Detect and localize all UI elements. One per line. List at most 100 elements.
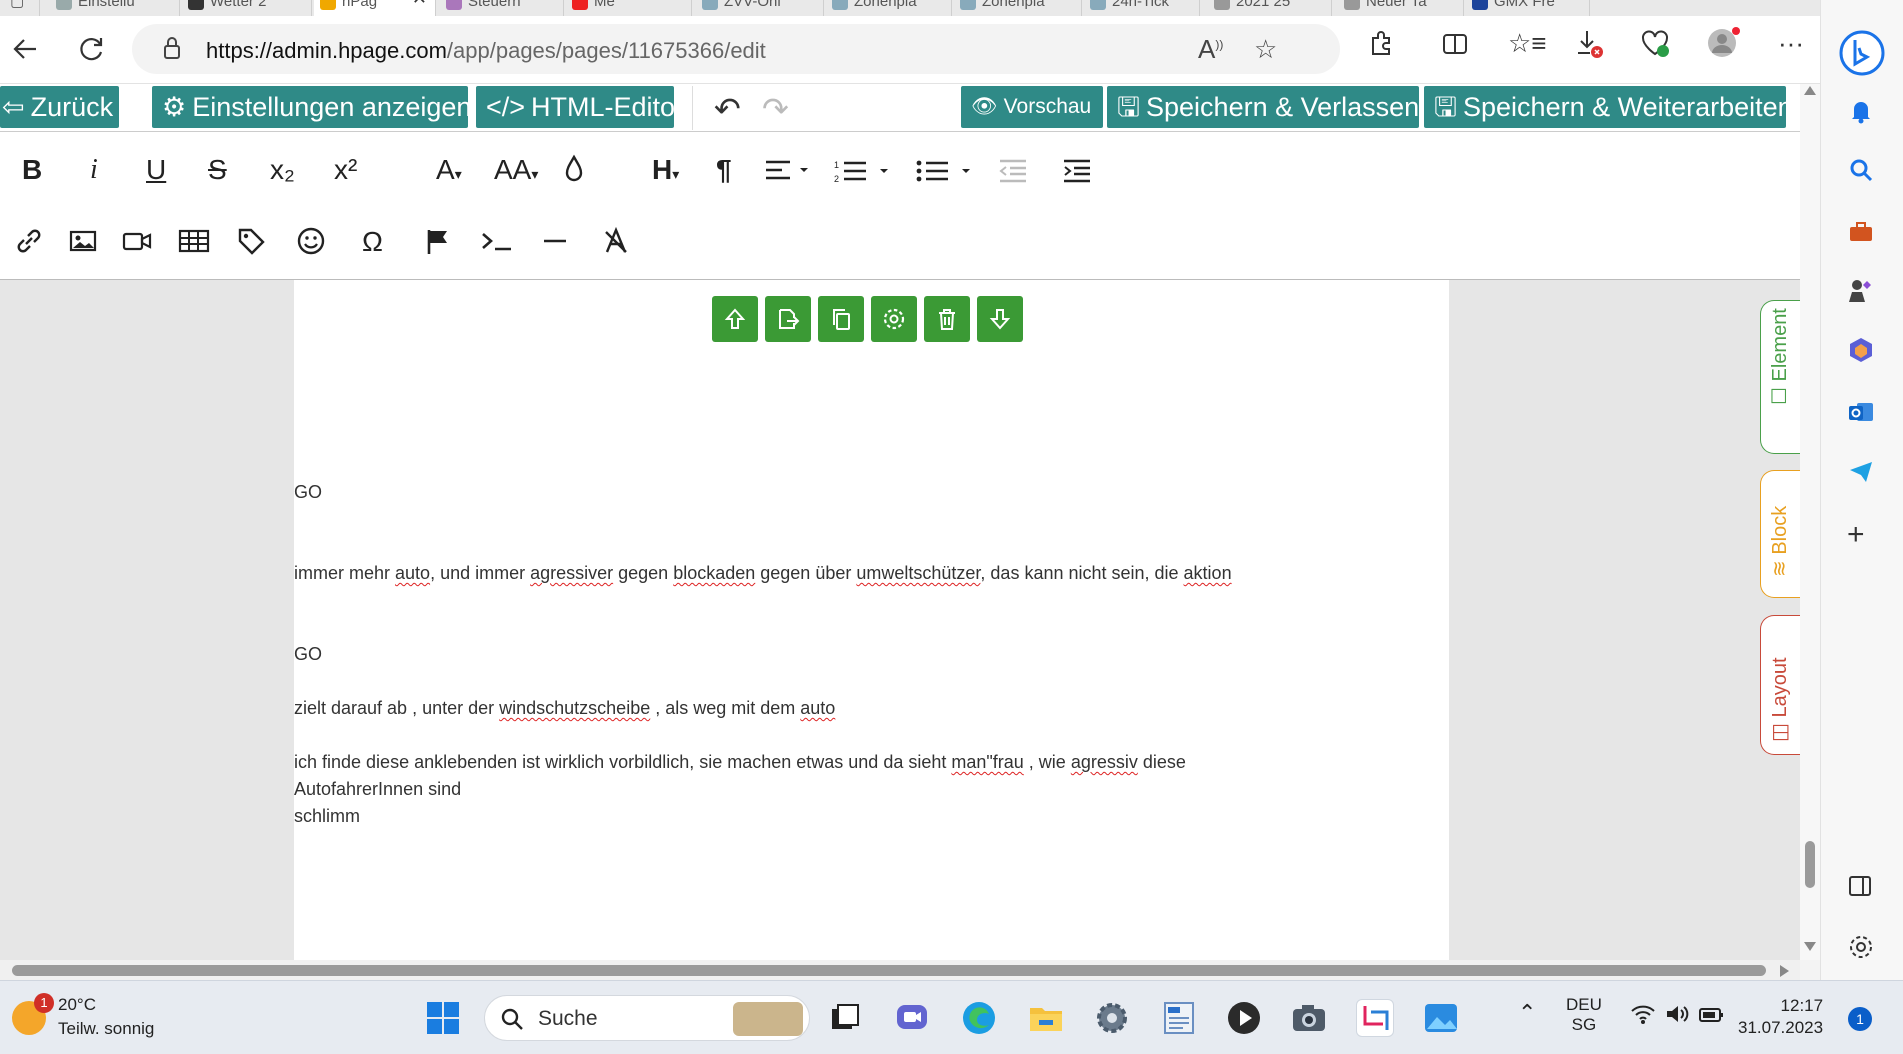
bing-copilot-icon[interactable]: [1839, 30, 1885, 82]
text-line[interactable]: GO: [294, 644, 322, 665]
block-settings-gear-icon[interactable]: [871, 296, 917, 342]
browser-essentials-icon[interactable]: [1640, 28, 1670, 65]
horizontal-scrollbar[interactable]: [0, 960, 1800, 980]
tools-briefcase-icon[interactable]: [1847, 218, 1875, 252]
browser-tab[interactable]: ZVV-Onl: [696, 0, 824, 16]
hide-sidebar-icon[interactable]: [1847, 873, 1873, 905]
export-block-icon[interactable]: [765, 296, 811, 342]
task-view-icon[interactable]: [826, 999, 864, 1037]
special-character-button[interactable]: Ω: [362, 226, 383, 258]
clear-formatting-icon[interactable]: [602, 226, 630, 256]
underline-button[interactable]: U: [146, 154, 166, 186]
wifi-icon[interactable]: [1630, 1003, 1656, 1030]
copy-icon[interactable]: [818, 296, 864, 342]
emoji-icon[interactable]: [296, 226, 326, 256]
unordered-list-icon[interactable]: [916, 158, 978, 184]
page-canvas[interactable]: GO immer mehr auto, und immer agressiver…: [294, 280, 1449, 960]
photos-icon[interactable]: [1422, 999, 1460, 1037]
split-screen-icon[interactable]: [1441, 30, 1469, 65]
camera-icon[interactable]: [1290, 999, 1328, 1037]
document-app-icon[interactable]: [1160, 999, 1198, 1037]
browser-tab[interactable]: Einstellu: [50, 0, 180, 16]
tag-icon[interactable]: [236, 226, 266, 256]
vertical-scrollbar[interactable]: [1800, 84, 1820, 960]
microsoft-365-icon[interactable]: [1847, 336, 1875, 370]
bold-button[interactable]: B: [22, 154, 42, 186]
horizontal-scroll-thumb[interactable]: [12, 965, 1766, 976]
text-paragraph[interactable]: immer mehr auto, und immer agressiver ge…: [294, 563, 1232, 584]
insert-video-icon[interactable]: [122, 226, 152, 256]
code-terminal-icon[interactable]: [480, 226, 514, 256]
html-editor-button[interactable]: </> HTML-Editor: [476, 86, 684, 128]
media-player-icon[interactable]: [1225, 999, 1263, 1037]
browser-tab[interactable]: 2021 25: [1208, 0, 1332, 16]
save-and-exit-button[interactable]: 🖫 Speichern & Verlassen: [1107, 86, 1419, 128]
browser-tab[interactable]: Steuern: [440, 0, 564, 16]
system-clock[interactable]: 12:17 31.07.2023: [1738, 995, 1823, 1039]
text-line[interactable]: GO: [294, 482, 322, 503]
horizontal-rule-icon[interactable]: [542, 226, 568, 256]
ordered-list-icon[interactable]: 12: [834, 158, 896, 184]
misspelled-word[interactable]: auto: [800, 698, 835, 718]
tab-layout[interactable]: ◫ Layout: [1760, 615, 1800, 755]
settings-more-icon[interactable]: ···: [1778, 28, 1804, 59]
insert-table-icon[interactable]: [178, 226, 210, 256]
strikethrough-button[interactable]: S: [208, 154, 227, 186]
battery-icon[interactable]: [1698, 1003, 1726, 1030]
tab-element[interactable]: ☐ Element: [1760, 300, 1800, 454]
text-color-drop-icon[interactable]: [562, 154, 586, 184]
browser-tab-active[interactable]: hPag✕: [314, 0, 436, 16]
move-up-icon[interactable]: [712, 296, 758, 342]
windows-start-icon[interactable]: [424, 999, 462, 1037]
font-family-dropdown[interactable]: A▾: [436, 154, 462, 190]
notifications-bell-icon[interactable]: [1847, 97, 1875, 131]
show-settings-button[interactable]: ⚙ Einstellungen anzeigen: [152, 86, 471, 128]
tab-block[interactable]: ≋ Block: [1760, 470, 1800, 598]
settings-gear-icon[interactable]: [1093, 999, 1131, 1037]
browser-tab[interactable]: GMX Fre: [1466, 0, 1590, 16]
insert-image-icon[interactable]: [68, 226, 98, 256]
browser-tab[interactable]: Wetter 2: [182, 0, 312, 16]
misspelled-word[interactable]: umweltschützer: [856, 563, 980, 583]
extensions-icon[interactable]: [1367, 30, 1395, 65]
align-dropdown-icon[interactable]: [764, 158, 812, 182]
search-icon[interactable]: [1847, 156, 1875, 190]
tab-actions-icon[interactable]: ▢: [0, 0, 40, 16]
subscript-button[interactable]: x₂: [270, 154, 295, 186]
downloads-icon[interactable]: [1574, 28, 1604, 65]
browser-tab[interactable]: Zonenpla: [826, 0, 952, 16]
redo-icon[interactable]: ↷: [762, 90, 789, 128]
lock-icon[interactable]: [162, 36, 182, 66]
text-line[interactable]: AutofahrerInnen sind: [294, 779, 461, 800]
telegram-send-icon[interactable]: [1847, 458, 1875, 492]
paragraph-button[interactable]: ¶: [716, 154, 732, 186]
weather-widget[interactable]: 1 20°C Teilw. sonnig: [12, 993, 172, 1043]
notification-count-badge[interactable]: 1: [1848, 1007, 1872, 1031]
back-button[interactable]: ⇦ Zurück: [0, 86, 119, 128]
text-line[interactable]: schlimm: [294, 806, 360, 827]
flag-icon[interactable]: [424, 226, 452, 256]
taskbar-search-box[interactable]: Suche: [484, 995, 810, 1041]
superscript-button[interactable]: x²: [334, 154, 357, 186]
misspelled-word[interactable]: auto: [395, 563, 430, 583]
heading-dropdown[interactable]: H▾: [652, 154, 679, 190]
volume-icon[interactable]: [1664, 1003, 1690, 1030]
browser-tab[interactable]: 24h-Tick: [1084, 0, 1200, 16]
move-down-icon[interactable]: [977, 296, 1023, 342]
undo-icon[interactable]: ↶: [714, 90, 741, 128]
browser-tab[interactable]: Zonenpla: [954, 0, 1082, 16]
misspelled-word[interactable]: blockaden: [673, 563, 755, 583]
outlook-icon[interactable]: [1847, 398, 1875, 432]
scroll-up-arrow-icon[interactable]: [1804, 86, 1816, 95]
text-paragraph[interactable]: ich finde diese anklebenden ist wirklich…: [294, 752, 1186, 773]
reload-icon[interactable]: [76, 34, 106, 70]
edge-browser-icon[interactable]: [960, 999, 998, 1037]
delete-trash-icon[interactable]: [924, 296, 970, 342]
language-indicator[interactable]: DEU SG: [1566, 995, 1602, 1035]
add-sidebar-app-icon[interactable]: +: [1847, 520, 1865, 550]
teams-chat-icon[interactable]: [893, 999, 931, 1037]
save-and-continue-button[interactable]: 🖫 Speichern & Weiterarbeiten: [1424, 86, 1793, 128]
scroll-right-arrow-icon[interactable]: [1780, 965, 1789, 977]
font-size-dropdown[interactable]: AA▾: [494, 154, 538, 190]
profile-avatar[interactable]: [1706, 26, 1740, 67]
